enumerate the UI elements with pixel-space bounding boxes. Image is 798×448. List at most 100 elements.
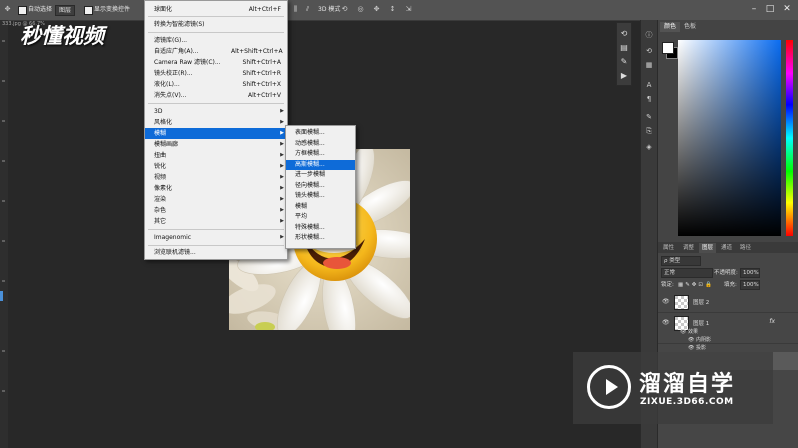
show-transform-label: 显示变换控件 — [94, 6, 131, 13]
menu-item-video[interactable]: 视频 ▶ — [145, 172, 287, 183]
tab-swatches[interactable]: 色板 — [680, 22, 700, 32]
menu-item-label: 自适应广角(A)... — [154, 48, 199, 55]
layer-effects-icon[interactable]: fx — [769, 318, 775, 325]
lock-icons[interactable]: ▦✎✥⊡🔒 — [678, 280, 714, 290]
maximize-icon[interactable]: □ — [764, 3, 776, 15]
brush-settings-icon[interactable]: ✎ — [619, 57, 629, 67]
menu-item-blur-gallery[interactable]: 模糊画廊 ▶ — [145, 139, 287, 150]
history-icon[interactable]: ⟲ — [619, 29, 629, 39]
opacity-input[interactable]: 100% — [740, 268, 760, 278]
submenu-item-box-blur[interactable]: 方框模糊... — [286, 149, 355, 160]
show-transform-checkbox[interactable] — [84, 6, 93, 15]
distribute-icon[interactable]: ⫽ — [303, 5, 312, 14]
brush-icon[interactable]: ✎ — [644, 112, 654, 122]
submenu-item-motion-blur[interactable]: 动感模糊... — [286, 139, 355, 150]
tool-marker[interactable] — [2, 120, 5, 122]
submenu-item-gaussian-blur[interactable]: 高斯模糊... — [286, 159, 355, 170]
submenu-arrow-icon: ▶ — [280, 174, 284, 180]
tool-marker[interactable] — [2, 40, 5, 42]
color-picker-field[interactable] — [678, 40, 781, 236]
menu-item-lens-correction[interactable]: 镜头校正(R)... Shift+Ctrl+R — [145, 68, 287, 79]
tool-marker[interactable] — [2, 160, 5, 162]
submenu-item-blur-more[interactable]: 进一步模糊 — [286, 170, 355, 181]
paragraph-icon[interactable]: ¶ — [644, 94, 654, 104]
submenu-item-radial-blur[interactable]: 径向模糊... — [286, 181, 355, 192]
slide-3d-icon[interactable]: ↕ — [388, 5, 397, 14]
auto-select-checkbox[interactable] — [18, 6, 27, 15]
character-icon[interactable]: A — [644, 80, 654, 90]
submenu-item-surface-blur[interactable]: 表面模糊... — [286, 128, 355, 139]
close-icon[interactable]: ✕ — [781, 3, 793, 15]
effect-inner-shadow[interactable]: 👁 内阴影 — [688, 336, 711, 344]
foreground-color-swatch[interactable] — [662, 42, 674, 54]
tab-color[interactable]: 颜色 — [660, 22, 681, 32]
align-icon[interactable]: ⫼ — [291, 5, 300, 14]
rotate-3d-icon[interactable]: ⟲ — [340, 5, 349, 14]
menu-item-pixelate[interactable]: 像素化 ▶ — [145, 183, 287, 194]
submenu-item-blur[interactable]: 模糊 — [286, 202, 355, 213]
menu-item-imagenomic[interactable]: Imagenomic ▶ — [145, 232, 287, 243]
menu-item-render[interactable]: 渲染 ▶ — [145, 194, 287, 205]
menu-item-browse-online-filters[interactable]: 浏览联机滤镜... — [145, 247, 287, 258]
effects-group[interactable]: 👁 效果 — [680, 328, 698, 336]
effects-title: 效果 — [687, 329, 698, 335]
tool-marker[interactable] — [2, 390, 5, 392]
menu-item-filter-gallery[interactable]: 滤镜库(G)... — [145, 35, 287, 46]
fill-input[interactable]: 100% — [740, 280, 760, 290]
submenu-arrow-icon: ▶ — [280, 218, 284, 224]
menu-item-adaptive-wide-angle[interactable]: 自适应广角(A)... Alt+Shift+Ctrl+A — [145, 46, 287, 57]
visibility-eye-icon[interactable]: 👁 — [662, 298, 670, 305]
minimize-icon[interactable]: – — [748, 3, 760, 15]
tool-marker[interactable] — [2, 350, 5, 352]
layer-filter-dropdown[interactable]: ρ 类型 — [661, 256, 701, 266]
effect-drop-shadow[interactable]: 👁 投影 — [688, 344, 706, 352]
tab-properties[interactable]: 属性 — [660, 243, 677, 253]
menu-item-distort[interactable]: 扭曲 ▶ — [145, 150, 287, 161]
tool-marker[interactable] — [2, 280, 5, 282]
effect-label: 投影 — [695, 345, 706, 351]
menu-item-spherize[interactable]: 球面化 Alt+Ctrl+F — [145, 4, 287, 15]
tab-paths[interactable]: 路径 — [737, 243, 754, 253]
menu-item-convert-smart-filter[interactable]: 转换为智能滤镜(S) — [145, 19, 287, 30]
history-icon[interactable]: ⟲ — [644, 46, 654, 56]
tab-channels[interactable]: 通道 — [718, 243, 735, 253]
tools-panel — [0, 20, 8, 448]
tool-marker[interactable] — [2, 240, 5, 242]
menu-item-other[interactable]: 其它 ▶ — [145, 216, 287, 227]
menu-item-noise[interactable]: 杂色 ▶ — [145, 205, 287, 216]
submenu-item-average[interactable]: 平均 — [286, 212, 355, 223]
tab-layers[interactable]: 图层 — [699, 243, 717, 253]
properties-icon[interactable]: ▤ — [619, 43, 629, 53]
blend-mode-dropdown[interactable]: 正常 — [661, 268, 713, 278]
menu-item-blur[interactable]: 模糊 ▶ — [145, 128, 287, 139]
menu-item-sharpen[interactable]: 锐化 ▶ — [145, 161, 287, 172]
submenu-item-smart-blur[interactable]: 特殊模糊... — [286, 223, 355, 234]
auto-select-dropdown[interactable]: 图层 — [55, 5, 76, 16]
menu-item-stylize[interactable]: 风格化 ▶ — [145, 117, 287, 128]
layer-row[interactable]: 👁 图层 1 fx — [658, 313, 798, 344]
drag-3d-icon[interactable]: ✥ — [372, 5, 381, 14]
tool-marker[interactable] — [2, 80, 5, 82]
submenu-item-shape-blur[interactable]: 形状模糊... — [286, 233, 355, 244]
swatch-icon[interactable]: ▦ — [644, 60, 654, 70]
hue-slider[interactable] — [786, 40, 793, 236]
roll-3d-icon[interactable]: ◎ — [356, 5, 365, 14]
lock-row: 锁定: ▦✎✥⊡🔒 填充: 100% — [658, 280, 798, 290]
visibility-eye-icon[interactable]: 👁 — [662, 319, 670, 326]
tool-marker[interactable] — [2, 200, 5, 202]
scale-3d-icon[interactable]: ⇲ — [404, 5, 413, 14]
menu-item-vanishing-point[interactable]: 消失点(V)... Alt+Ctrl+V — [145, 90, 287, 101]
info-icon[interactable]: ⓘ — [644, 30, 654, 40]
submenu-item-lens-blur[interactable]: 镜头模糊... — [286, 191, 355, 202]
layer-row[interactable]: 👁 图层 2 — [658, 292, 798, 313]
3d-icon[interactable]: ◈ — [644, 142, 654, 152]
menu-item-label: 视频 — [154, 174, 167, 181]
play-action-icon[interactable]: ▶ — [619, 71, 629, 81]
tab-adjustments[interactable]: 调整 — [680, 243, 697, 253]
menu-item-3d[interactable]: 3D ▶ — [145, 106, 287, 117]
menu-item-label: 3D — [154, 108, 163, 115]
menu-item-camera-raw[interactable]: Camera Raw 滤镜(C)... Shift+Ctrl+A — [145, 57, 287, 68]
clone-source-icon[interactable]: ⎘ — [644, 126, 654, 136]
menu-item-liquify[interactable]: 液化(L)... Shift+Ctrl+X — [145, 79, 287, 90]
move-tool-icon[interactable]: ✥ — [3, 5, 12, 14]
